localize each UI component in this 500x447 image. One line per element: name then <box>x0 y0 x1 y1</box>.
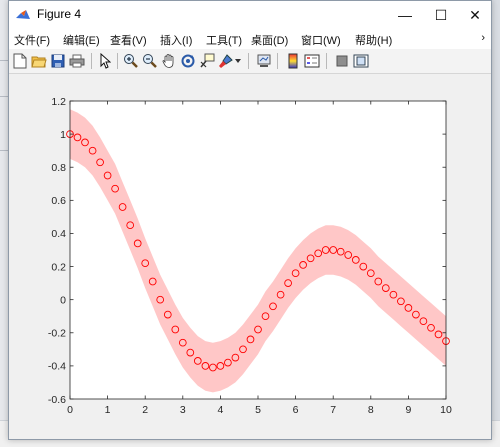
figure-toolbar <box>9 49 491 74</box>
background-divider <box>0 60 8 61</box>
x-tick-label: 4 <box>217 404 223 416</box>
x-tick-label: 1 <box>105 404 111 416</box>
menu-window[interactable]: 窗口(W) <box>301 32 341 48</box>
maximize-icon: ☐ <box>434 6 448 23</box>
chart: 0 1 2 3 4 5 6 7 8 9 10 -0.6 -0.4 -0.2 0 0.2 0.4 0.6 0.8 1 1… <box>48 96 452 416</box>
close-button[interactable]: ✕ <box>457 1 493 29</box>
y-tick-label: -0.2 <box>48 328 66 340</box>
y-tick-label: -0.6 <box>48 394 66 406</box>
x-tick-label: 8 <box>368 404 374 416</box>
x-tick-label: 6 <box>293 404 299 416</box>
hide-plot-tools-icon[interactable] <box>333 52 351 70</box>
minimize-icon: — <box>398 7 412 23</box>
menu-desktop[interactable]: 桌面(D) <box>251 32 288 48</box>
menu-bar: 文件(F) 编辑(E) 查看(V) 插入(I) 工具(T) 桌面(D) 窗口(W… <box>9 29 491 49</box>
y-tick-label: 0.6 <box>51 195 66 207</box>
open-file-icon[interactable] <box>30 52 48 70</box>
menu-file[interactable]: 文件(F) <box>14 32 50 48</box>
menu-view[interactable]: 查看(V) <box>110 32 147 48</box>
y-tick-label: 0.4 <box>51 228 66 240</box>
toolbar-separator <box>326 53 327 69</box>
menu-tools[interactable]: 工具(T) <box>206 32 242 48</box>
zoom-in-icon[interactable] <box>122 52 140 70</box>
figure-window: Figure 4 — ☐ ✕ 文件(F) 编辑(E) 查看(V) 插入(I) 工… <box>8 0 492 440</box>
brush-dropdown-icon[interactable] <box>233 52 243 70</box>
toolbar-separator <box>248 53 249 69</box>
data-cursor-icon[interactable] <box>198 52 216 70</box>
zoom-out-icon[interactable] <box>141 52 159 70</box>
new-figure-icon[interactable] <box>11 52 29 70</box>
toolbar-separator <box>91 53 92 69</box>
y-tick-label: 1.2 <box>51 96 66 108</box>
pointer-icon[interactable] <box>96 52 114 70</box>
legend-icon[interactable] <box>303 52 321 70</box>
y-tick-label: 0 <box>60 294 66 306</box>
menu-overflow-icon[interactable]: › <box>481 32 485 44</box>
y-tick-label: -0.4 <box>48 361 66 373</box>
menu-help[interactable]: 帮助(H) <box>355 32 392 48</box>
x-tick-label: 7 <box>330 404 336 416</box>
close-icon: ✕ <box>469 6 481 23</box>
minimize-button[interactable]: — <box>387 1 423 29</box>
menu-insert[interactable]: 插入(I) <box>160 32 192 48</box>
x-tick-label: 5 <box>255 404 261 416</box>
x-tick-label: 2 <box>142 404 148 416</box>
toolbar-separator <box>277 53 278 69</box>
colorbar-icon[interactable] <box>284 52 302 70</box>
show-plot-tools-icon[interactable] <box>352 52 370 70</box>
x-tick-label: 0 <box>67 404 73 416</box>
x-tick-label: 3 <box>180 404 186 416</box>
matlab-logo-icon <box>15 7 31 23</box>
window-title: Figure 4 <box>37 7 82 21</box>
background-desktop <box>0 0 8 446</box>
maximize-button[interactable]: ☐ <box>423 1 459 29</box>
title-bar[interactable]: Figure 4 — ☐ ✕ <box>9 1 491 29</box>
link-plot-icon[interactable] <box>255 52 273 70</box>
x-tick-label: 10 <box>440 404 452 416</box>
figure-canvas: 0 1 2 3 4 5 6 7 8 9 10 -0.6 -0.4 -0.2 0 0.2 0.4 0.6 0.8 1 1… <box>9 74 491 439</box>
y-tick-label: 0.8 <box>51 162 66 174</box>
toolbar-separator <box>117 53 118 69</box>
menu-edit[interactable]: 编辑(E) <box>63 32 100 48</box>
rotate-3d-icon[interactable] <box>179 52 197 70</box>
x-tick-label: 9 <box>405 404 411 416</box>
print-icon[interactable] <box>68 52 86 70</box>
y-tick-label: 1 <box>60 129 66 141</box>
background-divider <box>0 150 8 151</box>
background-divider <box>0 96 8 97</box>
y-tick-label: 0.2 <box>51 261 66 273</box>
pan-hand-icon[interactable] <box>160 52 178 70</box>
save-icon[interactable] <box>49 52 67 70</box>
